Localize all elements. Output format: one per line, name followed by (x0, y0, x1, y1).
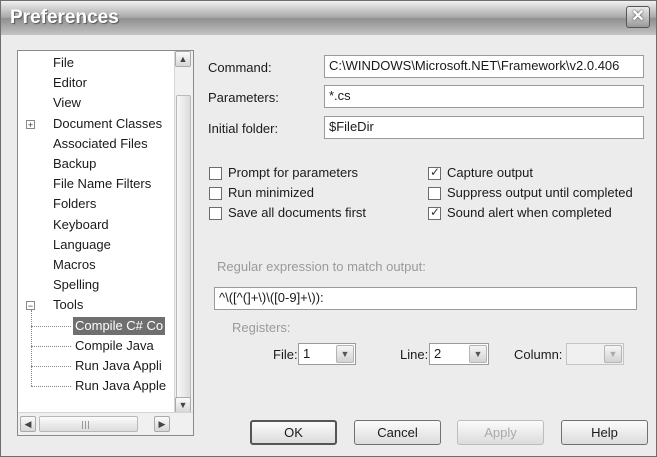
chevron-down-icon[interactable]: ▼ (469, 345, 487, 363)
tree-item[interactable]: Editor (53, 74, 87, 92)
window-title: Preferences (10, 7, 119, 28)
tree-item[interactable]: Macros (53, 256, 96, 274)
suppress-output-checkbox[interactable] (428, 187, 441, 200)
scroll-up-icon[interactable]: ▲ (175, 51, 191, 67)
sound-alert-label: Sound alert when completed (447, 205, 612, 220)
line-register-value: 2 (434, 346, 442, 361)
command-label: Command: (208, 60, 272, 75)
tree-connector (31, 325, 71, 327)
initial-folder-label: Initial folder: (208, 121, 279, 136)
horizontal-scroll-thumb[interactable] (39, 416, 138, 432)
tree-connector (31, 310, 32, 387)
tree-item[interactable]: File (53, 54, 74, 72)
scroll-left-icon[interactable]: ◀ (20, 416, 36, 432)
parameters-input[interactable]: *.cs (324, 85, 644, 108)
scroll-thumb[interactable] (176, 95, 191, 411)
tree-item[interactable]: View (53, 94, 81, 112)
title-bar[interactable]: Preferences ✕ (1, 1, 656, 35)
tree-item[interactable]: Run Java Apple (75, 377, 166, 395)
tree-item[interactable]: Run Java Appli (75, 357, 162, 375)
registers-label: Registers: (232, 320, 291, 335)
column-register-select[interactable]: ▼ (566, 343, 624, 365)
chevron-down-icon[interactable]: ▼ (336, 345, 354, 363)
tree-items: File Editor View Document Classes + Associate… (18, 51, 175, 413)
tree-vertical-scrollbar[interactable]: ▲ ▼ (174, 51, 193, 413)
tree-horizontal-scrollbar[interactable]: ◀ ▶ (18, 412, 193, 435)
tree-item[interactable]: Compile Java (75, 337, 154, 355)
regex-input[interactable]: ^\([^(]+\)\([0-9]+\)): (214, 287, 637, 310)
save-all-documents-checkbox[interactable] (209, 207, 222, 220)
scroll-right-icon[interactable]: ▶ (154, 416, 170, 432)
expand-icon[interactable]: + (26, 119, 35, 129)
category-tree[interactable]: File Editor View Document Classes + Associate… (17, 50, 194, 436)
command-input[interactable]: C:\WINDOWS\Microsoft.NET\Framework\v2.0.… (324, 55, 644, 78)
file-register-value: 1 (303, 346, 311, 361)
tree-item[interactable]: Language (53, 236, 111, 254)
chevron-down-icon[interactable]: ▼ (604, 345, 622, 363)
apply-button[interactable]: Apply (457, 420, 544, 445)
checkmark-icon: ✓ (430, 165, 441, 179)
initial-folder-input[interactable]: $FileDir (324, 116, 644, 139)
column-register-label: Column: (514, 347, 563, 362)
tree-item[interactable]: Keyboard (53, 216, 109, 234)
ok-button[interactable]: OK (250, 420, 337, 445)
regex-label: Regular expression to match output: (217, 259, 426, 274)
tree-item[interactable]: Backup (53, 155, 96, 173)
tree-connector (31, 345, 71, 347)
line-register-label: Line: (400, 347, 429, 362)
prompt-for-parameters-checkbox[interactable] (209, 167, 222, 180)
sound-alert-checkbox[interactable]: ✓ (428, 205, 441, 220)
scroll-down-icon[interactable]: ▼ (175, 397, 191, 413)
parameters-label: Parameters: (208, 90, 279, 105)
run-minimized-checkbox[interactable] (209, 187, 222, 200)
preferences-dialog: Preferences ✕ File Editor View Document Cla… (0, 0, 657, 457)
help-button[interactable]: Help (561, 420, 648, 445)
tree-connector (31, 366, 71, 367)
tree-item[interactable]: Compile C# Co (73, 316, 166, 335)
tree-item[interactable]: Spelling (53, 276, 99, 294)
prompt-for-parameters-label: Prompt for parameters (228, 165, 359, 180)
file-register-label: File: (273, 347, 298, 362)
run-minimized-label: Run minimized (228, 185, 314, 200)
tree-item[interactable]: Associated Files (53, 135, 148, 153)
cancel-button[interactable]: Cancel (354, 420, 441, 445)
tree-item[interactable]: Document Classes (53, 115, 162, 133)
suppress-output-label: Suppress output until completed (447, 185, 633, 200)
line-register-select[interactable]: 2 ▼ (429, 343, 489, 365)
tree-item[interactable]: Tools (53, 296, 83, 314)
tree-item[interactable]: File Name Filters (53, 175, 151, 193)
tree-connector (31, 386, 71, 388)
file-register-select[interactable]: 1 ▼ (298, 343, 356, 365)
checkmark-icon: ✓ (430, 205, 441, 219)
capture-output-label: Capture output (447, 165, 534, 180)
close-icon[interactable]: ✕ (626, 6, 650, 28)
capture-output-checkbox[interactable]: ✓ (428, 165, 441, 180)
save-all-documents-label: Save all documents first (228, 205, 367, 220)
tree-item[interactable]: Folders (53, 195, 96, 213)
collapse-icon[interactable]: − (26, 301, 35, 311)
